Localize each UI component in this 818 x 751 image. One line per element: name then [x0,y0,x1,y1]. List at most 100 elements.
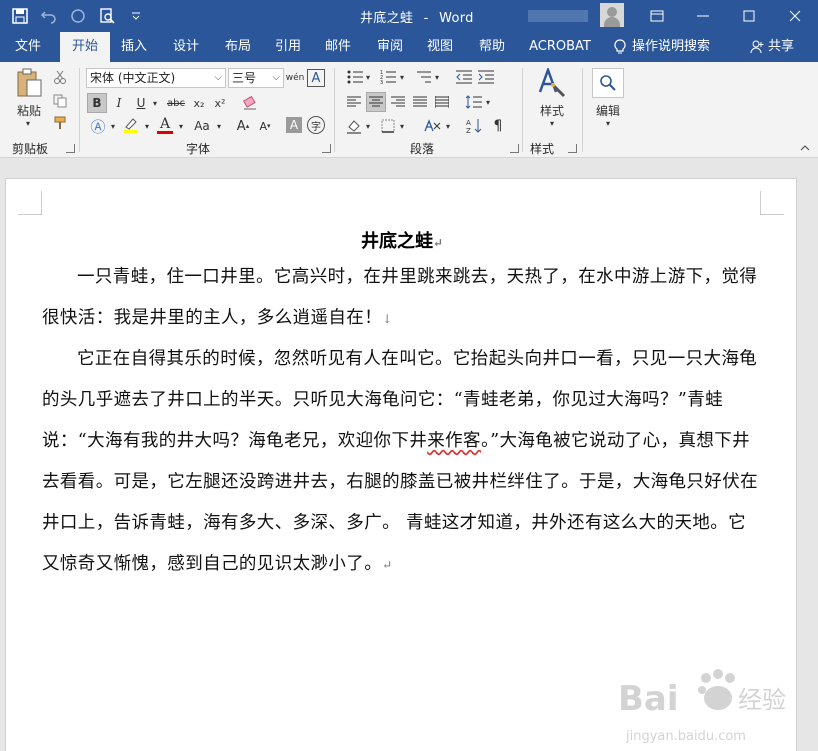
distributed-icon[interactable] [432,92,452,112]
font-color-dropdown-icon[interactable]: ▾ [176,116,186,136]
font-name-select[interactable]: 宋体 (中文正文) ⌵ [86,68,226,88]
superscript-button[interactable]: x² [211,93,229,113]
paragraph-2[interactable]: 它正在自得其乐的时候，忽然听见有人在叫它。它抬起头向井口一看，只见一只大海龟的头… [42,339,762,586]
paragraph-launcher-icon[interactable] [510,144,519,153]
shading-icon[interactable] [344,116,364,136]
phonetic-guide-label: wén [285,72,305,83]
grow-font-button[interactable]: A ▴ [234,116,252,136]
paste-dropdown-icon[interactable]: ▾ [22,118,34,128]
collapse-ribbon-icon[interactable] [798,142,812,154]
phonetic-guide-button[interactable]: wén [285,68,305,88]
document-heading[interactable]: 井底之蛙↵ [6,227,798,253]
share-button[interactable]: 共享 [750,32,800,62]
paragraph-1[interactable]: 一只青蛙，住一口井里。它高兴时，在井里跳来跳去，天热了，在水中游上游下，觉得很快… [42,257,762,340]
tab-references[interactable]: 引用 [268,32,308,62]
clear-formatting-icon[interactable] [240,93,260,113]
chinese-layout-icon[interactable] [420,116,444,136]
borders-icon[interactable] [378,116,398,136]
tab-design[interactable]: 设计 [166,32,206,62]
watermark-url: jingyan.baidu.com [625,729,746,744]
clipboard-launcher-icon[interactable] [66,144,75,153]
avatar[interactable] [600,3,624,27]
cut-icon[interactable] [50,68,70,86]
editing-label[interactable]: 编辑 [588,102,628,118]
minimize-button[interactable] [680,0,726,32]
font-size-select[interactable]: 三号 ⌵ [228,68,284,88]
paste-icon[interactable] [12,68,46,98]
group-divider [79,68,80,152]
enclose-chars-button[interactable]: 字 [307,116,325,134]
styles-dropdown-icon[interactable]: ▾ [546,118,558,128]
account-name-blurred[interactable] [528,10,588,22]
shrink-font-button[interactable]: A ▾ [256,116,274,136]
line-spacing-icon[interactable] [464,92,484,112]
font-launcher-icon[interactable] [322,144,331,153]
print-preview-icon[interactable] [97,6,117,26]
ribbon-display-options-button[interactable] [634,0,680,32]
redo-icon[interactable] [68,6,88,26]
borders-dropdown-icon[interactable]: ▾ [398,116,406,136]
tab-file[interactable]: 文件 [4,32,52,62]
align-right-icon[interactable] [388,92,408,112]
app-name: Word [439,11,474,26]
styles-gallery-icon[interactable] [536,68,568,98]
align-left-icon[interactable] [344,92,364,112]
highlight-dropdown-icon[interactable]: ▾ [142,116,152,136]
editing-dropdown-icon[interactable]: ▾ [602,118,614,128]
styles-launcher-icon[interactable] [568,144,577,153]
find-icon[interactable] [592,68,624,98]
tab-acrobat[interactable]: ACROBAT [524,32,596,62]
line-spacing-dropdown-icon[interactable]: ▾ [484,92,492,112]
highlight-color-button[interactable] [121,114,141,136]
tab-help[interactable]: 帮助 [472,32,512,62]
bullets-icon[interactable] [344,68,366,86]
tab-view[interactable]: 视图 [420,32,460,62]
text-effects-dropdown-icon[interactable]: ▾ [108,116,118,136]
tab-mailings[interactable]: 邮件 [318,32,358,62]
multilevel-list-icon[interactable] [412,68,434,86]
tab-insert[interactable]: 插入 [114,32,154,62]
numbering-dropdown-icon[interactable]: ▾ [398,68,406,86]
sort-icon[interactable]: AZ [464,116,484,136]
underline-dropdown-icon[interactable]: ▾ [150,93,160,113]
char-shading-button[interactable]: A [286,117,302,133]
tab-review[interactable]: 审阅 [370,32,410,62]
subscript-button[interactable]: x₂ [190,93,208,113]
underline-button[interactable]: U [132,93,150,113]
spelling-squiggle[interactable]: 来作客 [427,431,481,451]
format-painter-icon[interactable] [50,114,70,132]
grow-font-label: A [236,118,246,134]
numbering-icon[interactable]: 123 [377,68,399,86]
tab-layout[interactable]: 布局 [218,32,258,62]
justify-icon[interactable] [410,92,430,112]
maximize-button[interactable] [726,0,772,32]
close-button[interactable] [772,0,818,32]
italic-button[interactable]: I [110,93,128,113]
window-title: 井底之蛙 - Word [360,7,474,26]
undo-icon[interactable] [39,6,59,26]
chinese-layout-dropdown-icon[interactable]: ▾ [444,116,452,136]
char-border-button[interactable]: A [307,69,325,87]
text-effects-icon[interactable]: Ⓐ [88,116,108,136]
change-case-dropdown-icon[interactable]: ▾ [214,116,224,136]
increase-indent-icon[interactable] [476,68,496,86]
group-divider [582,68,583,152]
tab-home[interactable]: 开始 [60,32,110,62]
show-formatting-marks-icon[interactable]: ¶ [488,116,508,136]
strikethrough-button[interactable]: abc [164,93,188,113]
tell-me-search[interactable]: 操作说明搜索 [614,32,724,62]
change-case-button[interactable]: Aa [190,116,214,136]
save-icon[interactable] [10,6,30,26]
multilevel-dropdown-icon[interactable]: ▾ [433,68,441,86]
font-color-button[interactable]: A [156,114,174,136]
font-color-letter: A [159,115,171,132]
shading-dropdown-icon[interactable]: ▾ [364,116,372,136]
styles-label[interactable]: 样式 [532,102,572,118]
copy-icon[interactable] [50,92,70,110]
customize-qat-icon[interactable] [126,6,146,26]
bullets-dropdown-icon[interactable]: ▾ [364,68,372,86]
align-center-icon[interactable] [366,92,386,112]
paste-label[interactable]: 粘贴 [12,102,46,118]
decrease-indent-icon[interactable] [454,68,474,86]
bold-button[interactable]: B [87,93,107,113]
